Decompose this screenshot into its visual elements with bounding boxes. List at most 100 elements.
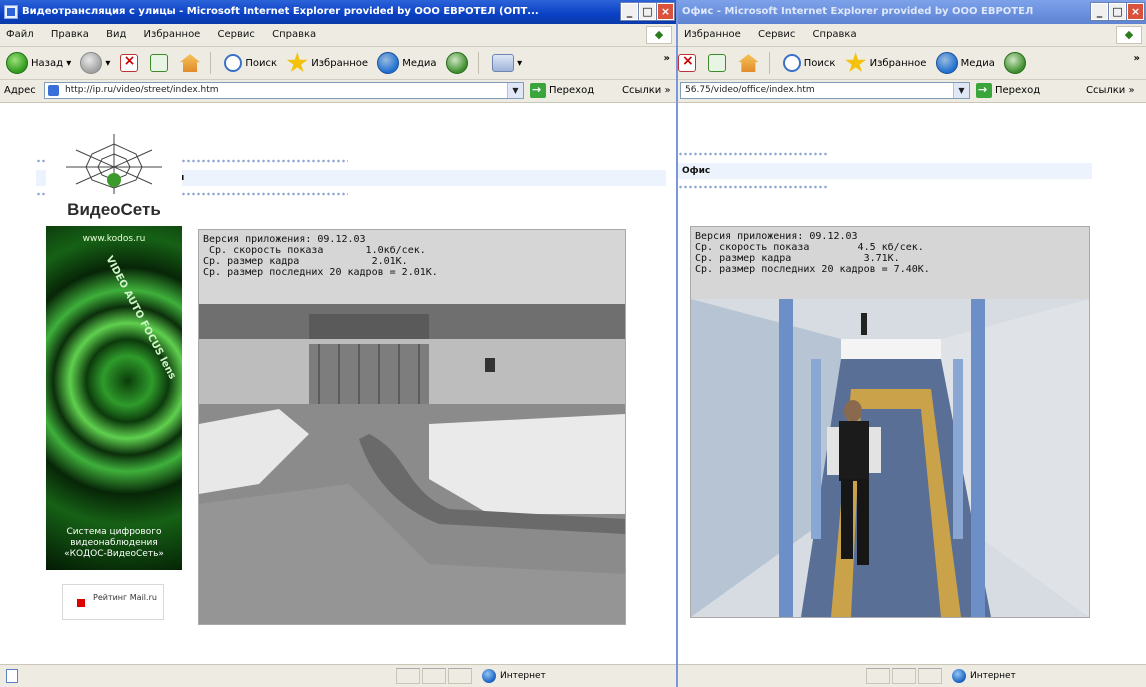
toolbar-separator [768, 52, 770, 74]
ad-brand: ВидеоСеть [67, 200, 161, 219]
page-content: Офис Версия приложения: 09.12.03 Ср. ско… [678, 103, 1146, 665]
status-bar: Интернет [0, 664, 676, 687]
toolbar-separator [477, 52, 479, 74]
toolbar-overflow-chevron[interactable]: » [1134, 53, 1140, 64]
minimize-button[interactable]: _ [1090, 2, 1109, 21]
star-icon [845, 52, 867, 73]
stop-icon [678, 53, 696, 72]
menu-tools[interactable]: Сервис [758, 24, 795, 46]
refresh-button[interactable] [149, 47, 171, 79]
mail-button[interactable]: ▾ [492, 47, 522, 79]
address-dropdown-arrow[interactable]: ▼ [507, 83, 523, 98]
camera-panel-office: Версия приложения: 09.12.03 Ср. скорость… [690, 226, 1090, 618]
title-bar[interactable]: Офис - Microsoft Internet Explorer provi… [678, 0, 1146, 24]
status-cell [396, 668, 420, 684]
dotted-rule [678, 184, 828, 190]
footer-dots [36, 659, 116, 663]
windows-logo-icon: ◆ [646, 26, 672, 44]
home-button[interactable] [180, 47, 203, 79]
go-arrow-icon [976, 81, 992, 98]
home-button[interactable] [738, 47, 761, 79]
refresh-button[interactable] [708, 47, 729, 79]
history-button[interactable] [445, 47, 471, 79]
close-button[interactable]: × [656, 2, 675, 21]
menu-tools[interactable]: Сервис [218, 24, 255, 46]
menu-help[interactable]: Справка [813, 24, 857, 46]
toolbar-overflow-chevron[interactable]: » [664, 53, 670, 64]
go-button[interactable]: Переход [976, 81, 1040, 99]
ie-icon [4, 5, 18, 19]
minimize-button[interactable]: _ [620, 2, 639, 21]
maximize-button[interactable]: □ [1108, 2, 1127, 21]
home-icon [180, 54, 200, 72]
favorites-button[interactable]: Избранное [845, 47, 926, 79]
advertisement-banner[interactable]: ВидеоСеть www.kodos.ru VIDEO AUTO FOCUS … [46, 130, 182, 570]
media-button[interactable]: Медиа [935, 47, 995, 79]
history-icon [445, 52, 468, 74]
stop-icon [119, 53, 138, 72]
menu-help[interactable]: Справка [272, 24, 316, 46]
page-heading: Офис [678, 163, 1092, 179]
window-title: Видеотрансляция с улицы - Microsoft Inte… [22, 6, 539, 17]
menu-edit[interactable]: Правка [51, 24, 89, 46]
menu-bar: Файл Правка Вид Избранное Сервис Справка… [0, 24, 676, 47]
refresh-icon [708, 54, 727, 72]
windows-logo-icon: ◆ [1116, 26, 1142, 44]
rating-counter-badge[interactable]: Рейтинг Mail.ru [62, 584, 164, 620]
links-toolbar[interactable]: Ссылки » [622, 80, 671, 102]
menu-bar: Избранное Сервис Справка ◆ [678, 24, 1146, 47]
security-zone: Интернет [482, 668, 546, 684]
close-button[interactable]: × [1126, 2, 1145, 21]
media-icon [935, 52, 958, 74]
links-toolbar[interactable]: Ссылки » [1086, 80, 1135, 102]
window-title: Офис - Microsoft Internet Explorer provi… [682, 6, 1034, 17]
lens-graphic: www.kodos.ru VIDEO AUTO FOCUS lens Систе… [46, 226, 182, 570]
ad-url: www.kodos.ru [82, 234, 146, 244]
go-button[interactable]: Переход [530, 81, 594, 99]
mail-icon [492, 54, 515, 72]
address-label: Адрес [4, 85, 36, 96]
title-bar[interactable]: Видеотрансляция с улицы - Microsoft Inte… [0, 0, 676, 24]
page-loaded-icon [6, 669, 18, 683]
dotted-rule [678, 151, 828, 157]
address-bar: Адрес http://ip.ru/video/street/index.ht… [0, 80, 676, 103]
browser-window-office[interactable]: Офис - Microsoft Internet Explorer provi… [678, 0, 1146, 687]
standard-toolbar: Назад ▾ ▾ Поиск Избранное Медиа ▾ » [0, 47, 676, 80]
street-video-image [199, 304, 625, 624]
address-input[interactable]: http://ip.ru/video/street/index.htm ▼ [44, 82, 524, 99]
address-input[interactable]: 56.75/video/office/index.htm ▼ [680, 82, 970, 99]
stop-button[interactable] [119, 47, 141, 79]
menu-favorites[interactable]: Избранное [144, 24, 201, 46]
menu-view[interactable]: Вид [106, 24, 126, 46]
status-cell [422, 668, 446, 684]
status-bar: Интернет [678, 664, 1146, 687]
home-icon [738, 54, 759, 72]
browser-window-street[interactable]: Видеотрансляция с улицы - Microsoft Inte… [0, 0, 678, 687]
corridor-video-image [691, 299, 1089, 617]
status-cell [448, 668, 472, 684]
refresh-icon [149, 54, 168, 72]
menu-file[interactable]: Файл [6, 24, 34, 46]
ad-caption: Система цифрового видеонаблюдения «КОДОС… [64, 527, 164, 559]
page-content: Видеотрансляция с улицы ВидеоСеть www.ko… [0, 103, 676, 665]
search-button[interactable]: Поиск [224, 47, 277, 79]
search-icon [782, 54, 801, 72]
stop-button[interactable] [678, 47, 699, 79]
back-arrow-icon [6, 52, 28, 74]
history-button[interactable] [1004, 47, 1029, 79]
web-logo-icon [66, 134, 162, 194]
forward-button[interactable]: ▾ [80, 47, 110, 79]
menu-favorites[interactable]: Избранное [684, 24, 741, 46]
search-icon [224, 54, 243, 72]
office-camera-frame [691, 299, 1089, 617]
toolbar-separator [210, 52, 212, 74]
street-camera-frame [199, 304, 625, 624]
back-button[interactable]: Назад ▾ [6, 47, 71, 79]
search-button[interactable]: Поиск [782, 47, 835, 79]
address-dropdown-arrow[interactable]: ▼ [953, 83, 969, 98]
media-button[interactable]: Медиа [377, 47, 437, 79]
status-cell [866, 668, 890, 684]
maximize-button[interactable]: □ [638, 2, 657, 21]
favorites-button[interactable]: Избранное [286, 47, 368, 79]
counter-flag-icon [77, 599, 85, 607]
